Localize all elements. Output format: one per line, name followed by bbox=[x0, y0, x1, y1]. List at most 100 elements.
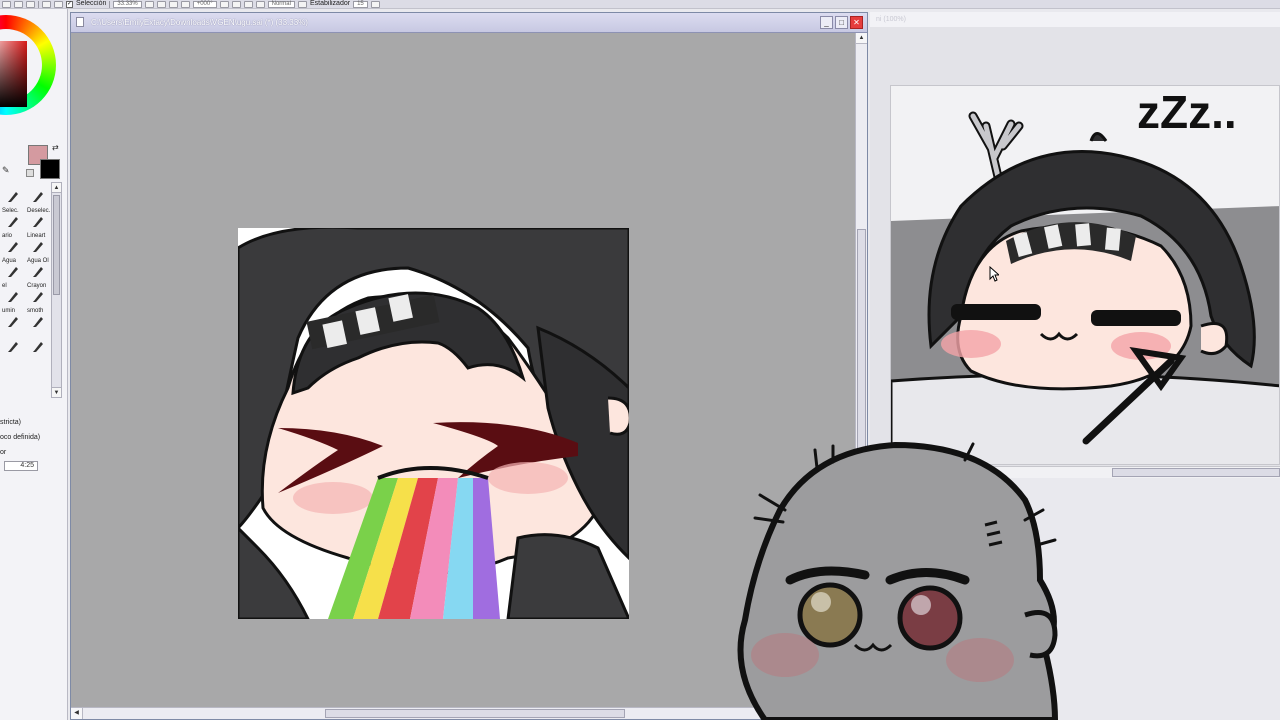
selection-checkbox[interactable]: ✓ bbox=[66, 0, 73, 8]
tool-label: smoth bbox=[27, 308, 44, 314]
preview-scroll-thumb[interactable] bbox=[1112, 468, 1280, 477]
tool-slot[interactable] bbox=[25, 182, 50, 207]
brush-shape-option[interactable]: stricta) bbox=[0, 415, 66, 430]
horizontal-scroll-thumb[interactable] bbox=[325, 709, 625, 718]
tool-slot[interactable]: umin bbox=[0, 307, 25, 332]
rotate-left-button[interactable] bbox=[219, 0, 229, 8]
tool-label: umin bbox=[2, 308, 16, 314]
scroll-left-arrow-icon[interactable]: ◀ bbox=[71, 708, 83, 719]
document-icon bbox=[76, 17, 84, 27]
tool-label: Crayon bbox=[27, 283, 47, 289]
lasso-tool-button[interactable] bbox=[14, 0, 23, 8]
tool-slot[interactable]: Agua bbox=[0, 257, 25, 282]
saturation-value-square[interactable] bbox=[0, 41, 27, 107]
minimize-button[interactable]: _ bbox=[820, 16, 833, 29]
close-button[interactable]: ✕ bbox=[850, 16, 863, 29]
magic-wand-button[interactable] bbox=[26, 0, 35, 8]
tool-slot[interactable]: Agua Ol bbox=[25, 257, 50, 282]
tool-label: Lineart bbox=[27, 233, 46, 239]
canvas-vertical-scrollbar[interactable]: ▲ bbox=[855, 33, 867, 699]
water-brush-icon bbox=[32, 265, 44, 277]
preview-canvas[interactable]: zZz.. bbox=[890, 85, 1280, 465]
pen-icon bbox=[7, 340, 19, 352]
eyedropper-icon[interactable]: ✎ bbox=[2, 165, 10, 176]
water-brush-icon bbox=[7, 265, 19, 277]
pen-icon bbox=[32, 190, 44, 202]
selection-label: Selección bbox=[76, 0, 107, 7]
tool-slot[interactable]: Deselec. bbox=[25, 207, 50, 232]
tool-label: Agua Ol bbox=[27, 258, 49, 264]
tool-label: Selec. bbox=[2, 208, 19, 214]
left-tool-panel: ⇄ ✎ Selec. Deselec. ario Lineart Agua Agua Ol… bbox=[0, 9, 68, 720]
tool-slot[interactable]: ario bbox=[0, 232, 25, 257]
stabilizer-label: Estabilizador bbox=[309, 0, 351, 7]
tool-slot[interactable]: Lineart bbox=[25, 232, 50, 257]
canvas-title: C:\Users\EmilyExtacy\Downloads\VGEN\ugu.… bbox=[91, 18, 308, 27]
swap-colors-icon[interactable]: ⇄ bbox=[52, 143, 59, 152]
tool-label: el bbox=[2, 283, 7, 289]
preview-title: ni (100%) bbox=[876, 16, 906, 23]
zoom-fit-button[interactable] bbox=[168, 0, 178, 8]
tool-label: ario bbox=[2, 233, 13, 239]
pencil-icon bbox=[7, 290, 19, 302]
top-toolbar: ✓ Selección 33.33% +000° Normal Estabili… bbox=[0, 0, 1280, 9]
canvas-horizontal-scrollbar[interactable]: ◀ bbox=[71, 707, 857, 719]
brush-texture-option[interactable]: oco definida) bbox=[0, 430, 66, 445]
zoom-field[interactable]: 33.33% bbox=[113, 0, 142, 8]
tool-slot[interactable]: Selec. bbox=[0, 207, 25, 232]
reset-colors-icon[interactable] bbox=[26, 169, 34, 177]
rotation-field[interactable]: +000° bbox=[192, 0, 217, 8]
rotate-right-button[interactable] bbox=[231, 0, 241, 8]
redo-button[interactable] bbox=[54, 0, 63, 8]
vertical-scroll-thumb[interactable] bbox=[857, 229, 866, 457]
brush-color-option[interactable]: or bbox=[0, 445, 66, 460]
pen-icon bbox=[7, 190, 19, 202]
blend-mode-select[interactable]: Normal bbox=[267, 0, 295, 8]
maximize-button[interactable]: □ bbox=[835, 16, 848, 29]
preview-horizontal-scrollbar[interactable] bbox=[890, 466, 1280, 478]
toolbar-separator bbox=[109, 0, 111, 8]
brush-settings: stricta) oco definida) or bbox=[0, 415, 66, 460]
scroll-up-arrow-icon[interactable]: ▲ bbox=[52, 183, 61, 193]
preview-titlebar[interactable]: ni (100%) bbox=[870, 12, 1280, 27]
scroll-up-arrow-icon[interactable]: ▲ bbox=[856, 33, 867, 44]
zoom-out-button[interactable] bbox=[144, 0, 154, 8]
chibi-rainbow-artwork bbox=[238, 228, 629, 619]
rotate-reset-button[interactable] bbox=[243, 0, 253, 8]
tool-label: Agua bbox=[2, 258, 17, 264]
stabilizer-select[interactable]: 15 bbox=[353, 0, 368, 8]
deselect-pen-icon bbox=[32, 215, 44, 227]
flip-button[interactable] bbox=[255, 0, 265, 8]
canvas-titlebar[interactable]: C:\Users\EmilyExtacy\Downloads\VGEN\ugu.… bbox=[71, 13, 867, 33]
sleeping-chibi-artwork: zZz.. bbox=[891, 86, 1279, 464]
tool-slot[interactable]: el bbox=[0, 282, 25, 307]
tool-slot[interactable] bbox=[0, 332, 25, 357]
brush-icon bbox=[7, 240, 19, 252]
tool-list-scrollbar[interactable]: ▲ ▼ bbox=[51, 182, 62, 398]
smooth-brush-icon bbox=[32, 315, 44, 327]
zoom-in-button[interactable] bbox=[156, 0, 166, 8]
scroll-down-arrow-icon[interactable]: ▼ bbox=[52, 387, 61, 397]
undo-button[interactable] bbox=[42, 0, 51, 8]
crayon-icon bbox=[32, 290, 44, 302]
brush-tool-grid: Selec. Deselec. ario Lineart Agua Agua Ol el Cr… bbox=[0, 182, 50, 396]
blend-mode-dropdown-button[interactable] bbox=[297, 0, 307, 8]
selection-tool-button[interactable] bbox=[2, 0, 11, 8]
stabilizer-dropdown-button[interactable] bbox=[370, 0, 380, 8]
pen-icon bbox=[32, 340, 44, 352]
scroll-thumb[interactable] bbox=[53, 195, 60, 295]
drawing-canvas[interactable] bbox=[238, 228, 629, 619]
mouse-cursor-icon bbox=[989, 266, 999, 282]
tool-slot[interactable] bbox=[25, 332, 50, 357]
brush-icon bbox=[7, 315, 19, 327]
density-field[interactable]: 4:25 bbox=[4, 461, 38, 471]
tool-slot[interactable]: smoth bbox=[25, 307, 50, 332]
tool-slot[interactable] bbox=[0, 182, 25, 207]
zoom-reset-button[interactable] bbox=[180, 0, 190, 8]
lineart-pen-icon bbox=[32, 240, 44, 252]
background-color-swatch[interactable] bbox=[40, 159, 60, 179]
preview-window: ni (100%) zZz.. bbox=[870, 12, 1280, 478]
select-pen-icon bbox=[7, 215, 19, 227]
tool-slot[interactable]: Crayon bbox=[25, 282, 50, 307]
toolbar-separator bbox=[38, 0, 39, 8]
